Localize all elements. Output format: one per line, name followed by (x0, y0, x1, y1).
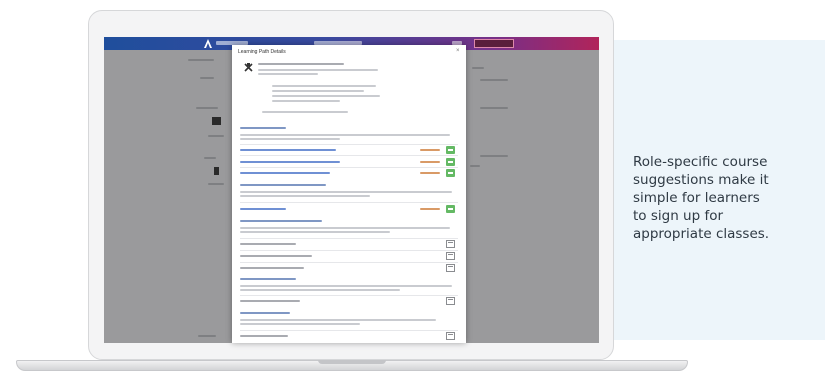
learning-path-modal: Learning Path Details × (232, 45, 466, 343)
row-divider (240, 295, 458, 296)
app-logo-icon[interactable] (204, 39, 212, 48)
background-text (208, 135, 224, 137)
calendar-icon[interactable] (446, 332, 455, 340)
row-divider (240, 155, 458, 156)
calendar-icon[interactable] (446, 240, 455, 248)
course-title (240, 267, 304, 269)
path-description-text (258, 73, 318, 75)
section-heading (240, 278, 296, 280)
path-footer-text (262, 111, 348, 113)
course-link[interactable] (240, 149, 336, 151)
background-text (470, 165, 480, 167)
path-description-text (258, 69, 378, 71)
section-description (240, 319, 436, 321)
section-description (240, 231, 390, 233)
background-text (198, 335, 216, 337)
caption-line: suggestions make it (633, 172, 769, 188)
course-item-icon (244, 63, 253, 72)
section-description (240, 289, 400, 291)
course-status (420, 172, 440, 174)
background-text (480, 79, 508, 81)
row-divider (240, 144, 458, 145)
background-text (480, 107, 508, 109)
row-divider (240, 167, 458, 168)
add-icon[interactable] (446, 169, 455, 177)
course-status (420, 149, 440, 151)
background-text (480, 155, 508, 157)
background-tab (188, 59, 214, 61)
row-divider (240, 202, 458, 203)
path-bullet-text (272, 90, 364, 92)
caption-line: simple for learners (633, 190, 760, 206)
section-description (240, 138, 340, 140)
section-description (240, 195, 370, 197)
path-bullet-text (272, 95, 380, 97)
row-divider (240, 330, 458, 331)
background-thumbnail (214, 167, 219, 175)
section-heading (240, 127, 286, 129)
section-description (240, 323, 360, 325)
course-link[interactable] (240, 161, 340, 163)
add-icon[interactable] (446, 158, 455, 166)
background-text (208, 183, 224, 185)
section-heading (240, 312, 290, 314)
caption-line: Role-specific course (633, 154, 768, 170)
account-button[interactable] (474, 39, 514, 48)
path-title-text (258, 63, 344, 65)
feature-caption: Role-specific course suggestions make it… (633, 153, 813, 243)
section-description (240, 285, 452, 287)
section-heading (240, 220, 322, 222)
row-divider (240, 250, 458, 251)
row-divider (240, 238, 458, 239)
modal-title: Learning Path Details (238, 49, 286, 55)
section-heading (240, 184, 326, 186)
course-title (240, 243, 296, 245)
course-title (240, 300, 300, 302)
course-status (420, 208, 440, 210)
path-bullet-text (272, 100, 340, 102)
add-icon[interactable] (446, 205, 455, 213)
calendar-icon[interactable] (446, 264, 455, 272)
background-text (472, 67, 484, 69)
course-link[interactable] (240, 172, 330, 174)
section-description (240, 191, 452, 193)
background-thumbnail (212, 117, 221, 125)
course-title (240, 335, 288, 337)
caption-line: appropriate classes. (633, 226, 770, 242)
background-text (200, 77, 214, 79)
calendar-icon[interactable] (446, 297, 455, 305)
calendar-icon[interactable] (446, 252, 455, 260)
caption-line: to sign up for (633, 208, 724, 224)
background-text (196, 107, 218, 109)
background-text (204, 157, 216, 159)
course-title (240, 255, 312, 257)
section-description (240, 227, 450, 229)
section-description (240, 134, 450, 136)
row-divider (240, 262, 458, 263)
path-bullet-text (272, 85, 376, 87)
close-icon[interactable]: × (456, 48, 460, 54)
add-icon[interactable] (446, 146, 455, 154)
course-link[interactable] (240, 208, 286, 210)
course-status (420, 161, 440, 163)
laptop-notch (318, 360, 386, 364)
